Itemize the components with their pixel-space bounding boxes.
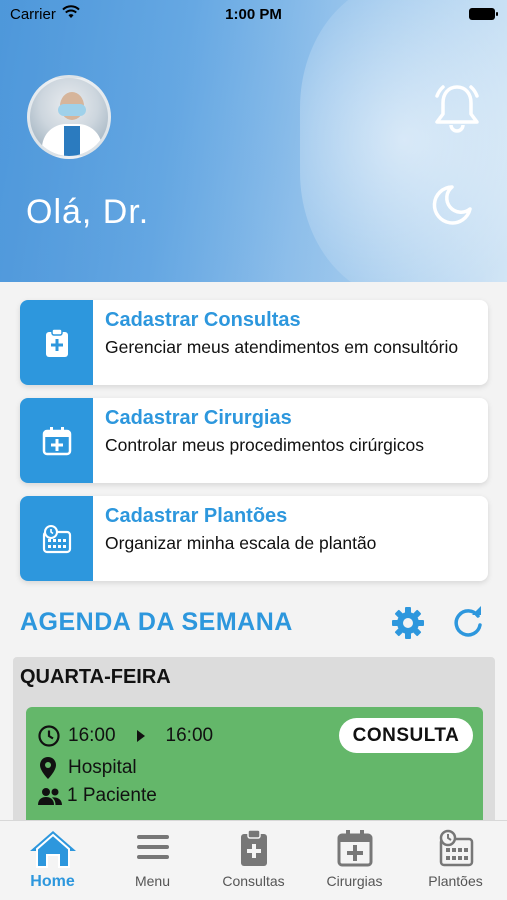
people-icon [38,788,62,805]
appointment-start-time: 16:00 [68,725,116,746]
menu-icon [136,835,169,859]
tab-consultas[interactable]: Consultas [203,821,304,900]
bell-icon[interactable] [432,82,482,134]
card-title: Cadastrar Plantões [105,505,288,527]
card-subtitle: Gerenciar meus atendimentos em consultór… [105,337,459,357]
card-cadastrar-consultas[interactable]: Cadastrar Consultas Gerenciar meus atend… [20,300,488,385]
appointment-time-row: 16:00 16:00 [37,724,213,748]
card-icon-strip [20,496,93,581]
tab-home[interactable]: Home [2,821,103,900]
appointment-location: Hospital [68,757,137,778]
dark-mode-moon-icon[interactable] [430,183,474,227]
appointment-card[interactable]: 16:00 16:00 CONSULTA Hospital 1 Paciente [26,707,483,827]
tab-label: Menu [134,873,171,889]
appointment-type-badge: CONSULTA [339,718,473,753]
card-icon-strip [20,398,93,483]
clipboard-plus-icon [240,829,267,866]
card-cadastrar-plantoes[interactable]: Cadastrar Plantões Organizar minha escal… [20,496,488,581]
tab-cirurgias[interactable]: Cirurgias [304,821,405,900]
avatar[interactable] [27,75,111,159]
appointment-location-row: Hospital [37,756,137,780]
location-pin-icon [40,757,56,779]
agenda-title: AGENDA DA SEMANA [20,608,293,636]
tab-menu[interactable]: Menu [102,821,203,900]
day-label: QUARTA-FEIRA [20,666,171,688]
tab-label: Home [30,873,75,890]
card-icon-strip [20,300,93,385]
greeting-text: Olá, Dr. [26,193,150,231]
card-cadastrar-cirurgias[interactable]: Cadastrar Cirurgias Controlar meus proce… [20,398,488,483]
tab-label: Plantões [428,873,483,889]
calendar-plus-icon [337,830,372,867]
battery-icon [469,8,498,20]
appointment-end-time: 16:00 [165,725,214,746]
card-subtitle: Controlar meus procedimentos cirúrgicos [105,435,425,455]
tab-label: Cirurgias [326,873,383,889]
status-bar: Carrier 1:00 PM [0,0,507,28]
tab-bar: Home Menu Consultas Cirurgias Plantões [0,820,507,900]
calendar-clock-icon [42,524,71,553]
tab-plantoes[interactable]: Plantões [405,821,506,900]
doctor-background-image [300,0,507,282]
settings-gear-icon[interactable] [390,605,426,641]
calendar-plus-icon [42,426,71,455]
refresh-icon[interactable] [450,605,486,641]
home-icon [29,831,76,868]
appointment-patients: 1 Paciente [67,785,157,806]
clock: 1:00 PM [225,6,282,23]
card-title: Cadastrar Cirurgias [105,407,292,429]
calendar-clock-icon [439,829,473,867]
appointment-patients-row: 1 Paciente [37,785,157,807]
card-subtitle: Organizar minha escala de plantão [105,533,377,553]
card-title: Cadastrar Consultas [105,309,301,331]
tab-label: Consultas [222,873,285,889]
arrow-right-icon [136,730,145,742]
clock-icon [38,725,60,747]
clipboard-plus-icon [45,327,68,357]
